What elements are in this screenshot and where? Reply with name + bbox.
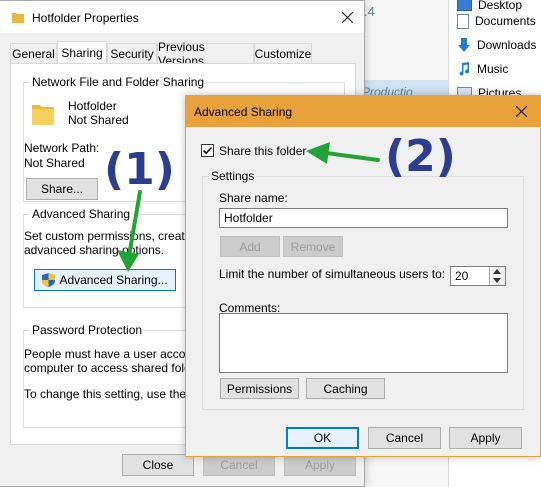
network-path-value: Not Shared xyxy=(24,156,85,170)
properties-title: Hotfolder Properties xyxy=(32,11,139,25)
advanced-sharing-title: Advanced Sharing xyxy=(30,207,133,221)
advanced-apply-button[interactable]: Apply xyxy=(449,427,522,449)
desktop-icon xyxy=(457,0,472,11)
limit-users-stepper[interactable]: 20 xyxy=(450,266,506,286)
document-icon xyxy=(457,13,469,29)
share-name-input[interactable]: Hotfolder xyxy=(219,208,508,228)
tab-sharing[interactable]: Sharing xyxy=(57,41,107,63)
share-name-label: Share name: xyxy=(219,191,288,205)
properties-cancel-button[interactable]: Cancel xyxy=(203,454,275,476)
close-icon[interactable] xyxy=(516,106,527,117)
password-protection-title: Password Protection xyxy=(30,323,145,337)
advanced-sharing-button[interactable]: Advanced Sharing... xyxy=(34,269,176,291)
properties-apply-button[interactable]: Apply xyxy=(284,454,356,476)
ok-button[interactable]: OK xyxy=(286,427,359,449)
shield-icon xyxy=(42,273,56,287)
share-folder-label[interactable]: Share this folder xyxy=(219,144,306,158)
permissions-button[interactable]: Permissions xyxy=(220,378,299,399)
explorer-item-music[interactable]: Music xyxy=(457,60,508,78)
advanced-desc-line2: advanced sharing options. xyxy=(24,243,165,257)
settings-group: Settings Share name: Hotfolder Add Remov… xyxy=(202,169,524,410)
tab-general[interactable]: General xyxy=(10,43,57,63)
tab-security[interactable]: Security xyxy=(107,43,157,63)
remove-button[interactable]: Remove xyxy=(283,236,343,257)
chevron-up-icon[interactable] xyxy=(493,269,501,274)
background-top-text: .4 xyxy=(364,4,375,19)
advanced-title: Advanced Sharing xyxy=(194,105,293,119)
annotation-label-1: (1) xyxy=(104,144,175,195)
folder-name: Hotfolder xyxy=(68,99,117,113)
share-button[interactable]: Share... xyxy=(26,178,98,200)
properties-title-bar: Hotfolder Properties xyxy=(0,1,364,33)
folder-icon xyxy=(32,105,54,125)
explorer-item-documents[interactable]: Documents xyxy=(457,12,536,30)
password-line3: To change this setting, use the xyxy=(24,387,187,401)
music-note-icon xyxy=(459,62,470,76)
caching-button[interactable]: Caching xyxy=(306,378,385,399)
settings-title: Settings xyxy=(209,169,257,183)
password-line2: computer to access shared folde xyxy=(24,361,198,375)
tab-previous-versions[interactable]: Previous Versions xyxy=(157,40,254,68)
advanced-desc-line1: Set custom permissions, create m xyxy=(24,229,205,243)
advanced-sharing-dialog: Advanced Sharing Share this folder Setti… xyxy=(185,95,541,457)
add-button[interactable]: Add xyxy=(220,236,280,257)
explorer-item-downloads[interactable]: Downloads xyxy=(457,36,536,54)
network-path-label: Network Path: xyxy=(24,141,100,155)
limit-users-label: Limit the number of simultaneous users t… xyxy=(219,267,446,281)
close-icon[interactable] xyxy=(342,12,353,23)
tab-customize[interactable]: Customize xyxy=(254,43,312,63)
password-line1: People must have a user accoun xyxy=(24,347,199,361)
folder-share-status: Not Shared xyxy=(68,113,129,127)
stepper-buttons[interactable] xyxy=(489,267,505,285)
folder-icon xyxy=(12,13,24,23)
share-folder-checkbox[interactable] xyxy=(201,144,214,157)
download-arrow-icon xyxy=(458,38,470,52)
advanced-cancel-button[interactable]: Cancel xyxy=(368,427,441,449)
comments-input[interactable] xyxy=(219,313,508,373)
network-sharing-title: Network File and Folder Sharing xyxy=(30,75,207,89)
advanced-title-bar: Advanced Sharing xyxy=(186,96,540,127)
chevron-down-icon[interactable] xyxy=(493,278,501,283)
checkmark-icon xyxy=(202,146,213,155)
close-button[interactable]: Close xyxy=(122,454,194,476)
annotation-label-2: (2) xyxy=(385,131,456,182)
